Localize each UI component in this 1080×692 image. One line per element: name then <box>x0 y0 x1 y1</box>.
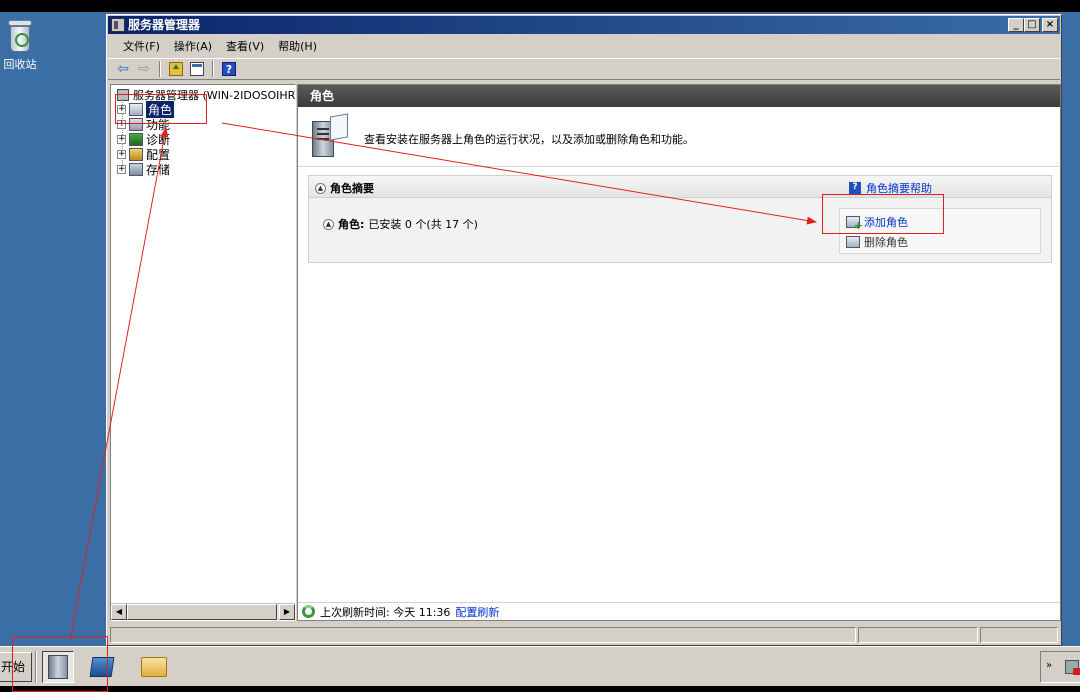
scroll-right-button[interactable]: ▶ <box>279 604 295 620</box>
summary-title-toggle[interactable]: ▲ 角色摘要 <box>315 180 374 196</box>
configuration-icon <box>129 148 143 161</box>
recycle-bin[interactable]: 回收站 <box>0 20 40 72</box>
intro-text: 查看安装在服务器上角色的运行状况，以及添加或删除角色和功能。 <box>364 133 694 146</box>
server-icon <box>117 89 129 101</box>
notification-area: » <box>1040 651 1080 683</box>
expand-icon[interactable]: + <box>117 105 126 114</box>
help-icon: ? <box>222 62 236 76</box>
status-cell <box>110 627 856 643</box>
expand-icon[interactable]: + <box>117 165 126 174</box>
server-roles-icon <box>312 113 348 159</box>
add-role-label: 添加角色 <box>864 216 908 229</box>
tree-horizontal-scrollbar[interactable]: ◀ ▶ <box>111 603 295 620</box>
roles-summary-section: ▲ 角色摘要 ? 角色摘要帮助 ▲ 角色: 已安装 0 个(共 17 个) 添加… <box>308 175 1052 263</box>
screen-bottom-edge <box>0 686 1080 692</box>
menu-file[interactable]: 文件(F) <box>116 38 167 54</box>
title-bar[interactable]: 服务器管理器 _ □ × <box>108 16 1060 34</box>
roles-content-pane: 角色 查看安装在服务器上角色的运行状况，以及添加或删除角色和功能。 ▲ 角色摘要… <box>297 84 1061 621</box>
expand-icon[interactable]: + <box>117 135 126 144</box>
refresh-bar: 上次刷新时间: 今天 11:36 配置刷新 <box>298 602 1060 620</box>
tree-item-label: 存储 <box>146 163 171 177</box>
server-manager-icon <box>48 655 68 679</box>
toolbar-separator <box>212 61 214 77</box>
recycle-bin-label: 回收站 <box>3 58 37 71</box>
menu-action[interactable]: 操作(A) <box>167 38 219 54</box>
menu-view[interactable]: 查看(V) <box>219 38 271 54</box>
taskbar-separator <box>35 651 37 683</box>
summary-header: ▲ 角色摘要 ? 角色摘要帮助 <box>309 176 1051 198</box>
navigation-tree: 服务器管理器 (WIN-2IDOSOIHRT + 角色 + 功能 + 诊断 + <box>110 84 296 621</box>
taskbar: 开始 » <box>0 646 1080 686</box>
server-manager-app-icon <box>111 18 125 32</box>
powershell-icon <box>89 657 115 677</box>
remove-role-label: 删除角色 <box>864 236 908 249</box>
folder-up-icon <box>169 62 183 76</box>
arrow-left-icon: ⇦ <box>117 61 129 77</box>
folder-icon <box>141 657 167 677</box>
content-header: 角色 <box>298 85 1060 107</box>
toolbar: ⇦ ⇨ ? <box>108 58 1060 80</box>
collapse-icon[interactable]: ▲ <box>315 182 326 194</box>
roles-summary-help-link[interactable]: ? 角色摘要帮助 <box>849 180 932 196</box>
arrow-right-icon: ⇨ <box>138 61 150 77</box>
up-level-button[interactable] <box>167 60 185 78</box>
menu-help[interactable]: 帮助(H) <box>271 38 324 54</box>
expand-icon[interactable]: + <box>117 120 126 129</box>
status-bar <box>108 625 1060 645</box>
scroll-left-button[interactable]: ◀ <box>111 604 127 620</box>
roles-icon <box>129 103 143 116</box>
status-cell <box>858 627 978 643</box>
minimize-button[interactable]: _ <box>1008 18 1024 32</box>
back-button[interactable]: ⇦ <box>114 60 132 78</box>
menu-bar: 文件(F) 操作(A) 查看(V) 帮助(H) <box>108 36 1060 56</box>
close-button[interactable]: × <box>1042 18 1058 32</box>
start-label: 开始 <box>1 660 26 674</box>
collapse-icon[interactable]: ▲ <box>323 218 334 230</box>
roles-label: 角色: <box>338 218 365 231</box>
taskbar-explorer[interactable] <box>138 651 170 683</box>
tree-item-storage[interactable]: + 存储 <box>117 161 170 178</box>
help-button[interactable]: ? <box>220 60 238 78</box>
add-role-icon <box>846 216 863 232</box>
roles-status-line: ▲ 角色: 已安装 0 个(共 17 个) <box>323 216 478 232</box>
scrollbar-thumb[interactable] <box>127 604 277 620</box>
help-link-label: 角色摘要帮助 <box>866 182 932 195</box>
taskbar-server-manager[interactable] <box>42 651 74 683</box>
roles-actions: 添加角色 删除角色 <box>839 208 1041 254</box>
roles-intro: 查看安装在服务器上角色的运行状况，以及添加或删除角色和功能。 <box>298 107 1060 167</box>
show-hide-tree-button[interactable] <box>188 60 206 78</box>
forward-button[interactable]: ⇨ <box>135 60 153 78</box>
remove-role-icon <box>846 236 860 248</box>
server-manager-window: 服务器管理器 _ □ × 文件(F) 操作(A) 查看(V) 帮助(H) ⇦ ⇨… <box>106 14 1062 646</box>
summary-title: 角色摘要 <box>330 182 374 195</box>
taskbar-powershell[interactable] <box>86 651 118 683</box>
console-tree-icon <box>190 62 204 76</box>
help-icon: ? <box>849 182 861 194</box>
last-refresh-text: 上次刷新时间: 今天 11:36 <box>320 605 451 619</box>
features-icon <box>129 118 143 131</box>
storage-icon <box>129 163 143 176</box>
configure-refresh-link[interactable]: 配置刷新 <box>455 604 499 620</box>
remove-roles-link[interactable]: 删除角色 <box>846 234 908 250</box>
roles-status: 已安装 0 个(共 17 个) <box>368 218 478 231</box>
toolbar-separator <box>159 61 161 77</box>
status-cell <box>980 627 1058 643</box>
maximize-button[interactable]: □ <box>1024 18 1040 32</box>
refresh-icon[interactable] <box>302 605 315 618</box>
show-hidden-icons-button[interactable]: » <box>1046 660 1052 671</box>
network-icon[interactable] <box>1065 660 1080 675</box>
start-button[interactable]: 开始 <box>0 652 32 682</box>
window-title: 服务器管理器 <box>128 18 201 32</box>
diagnostics-icon <box>129 133 143 146</box>
add-roles-link[interactable]: 添加角色 <box>846 214 908 232</box>
expand-icon[interactable]: + <box>117 150 126 159</box>
recycle-bin-icon <box>7 20 33 54</box>
